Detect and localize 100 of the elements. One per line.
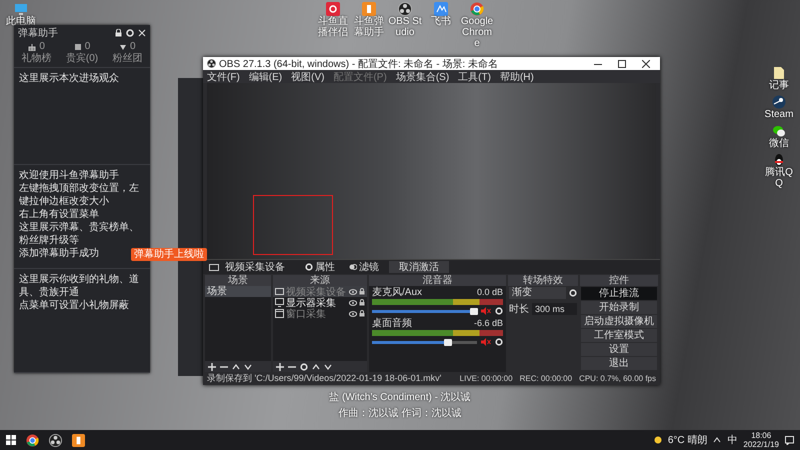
icon-label[interactable]: 此电脑 bbox=[6, 16, 36, 27]
control-button[interactable]: 退出 bbox=[581, 357, 657, 370]
menu-item[interactable]: 文件(F) bbox=[207, 70, 240, 84]
document-icon[interactable] bbox=[772, 66, 786, 80]
message-text: 这里展示本次进场观众 bbox=[19, 72, 119, 85]
toolbar-button[interactable]: 滤镜 bbox=[345, 261, 383, 273]
icon-label[interactable]: 腾讯QQ bbox=[762, 167, 796, 189]
muted-speaker-icon[interactable] bbox=[481, 307, 491, 315]
gear-icon[interactable] bbox=[300, 362, 308, 370]
caret-down-icon[interactable] bbox=[244, 362, 252, 370]
message-text: 欢迎使用斗鱼弹幕助手 bbox=[19, 169, 119, 182]
monitor-icon[interactable] bbox=[14, 2, 28, 16]
message-text: 左键拖拽顶部改变位置，左键拉伸边框改变大小 bbox=[19, 182, 140, 208]
dock-title: 场景 bbox=[205, 275, 271, 286]
window-title: OBS 27.1.3 (64-bit, windows) - 配置文件: 未命名 - 场景: 未命名 bbox=[219, 58, 499, 70]
sun-icon bbox=[654, 436, 662, 444]
app-icon[interactable] bbox=[72, 434, 85, 446]
message-text: 这里展示弹幕、贵宾榜单、粉丝牌升级等 bbox=[19, 221, 140, 247]
monitor-icon bbox=[275, 298, 284, 307]
slider-thumb[interactable] bbox=[444, 338, 452, 346]
lyric-text: 盐 (Witch’s Condiment) - 沈以诚 bbox=[328, 390, 472, 405]
obs-logo-icon[interactable] bbox=[398, 2, 412, 16]
settings-icon[interactable] bbox=[126, 29, 134, 37]
volume-slider[interactable] bbox=[372, 340, 477, 344]
notification-tooltip: 弹幕助手上线啦 bbox=[131, 248, 207, 261]
gear-icon[interactable] bbox=[569, 289, 577, 297]
obs-logo-icon[interactable] bbox=[49, 434, 62, 446]
icon-label[interactable]: Steam bbox=[764, 109, 794, 120]
lock-icon[interactable] bbox=[115, 29, 122, 37]
window-title: 弹幕助手 bbox=[18, 26, 58, 40]
gear-icon[interactable] bbox=[495, 338, 503, 346]
duration-label: 时长 bbox=[509, 302, 529, 316]
filter-icon bbox=[349, 263, 357, 271]
cpu-usage: CPU: 0.7%, 60.00 fps bbox=[579, 374, 656, 383]
scene-item[interactable]: 场景 bbox=[205, 286, 271, 297]
tab[interactable]: 贵宾(0) bbox=[66, 53, 98, 65]
transition-select[interactable]: 渐变 bbox=[509, 287, 566, 299]
muted-speaker-icon[interactable] bbox=[481, 338, 491, 346]
live-timer: LIVE: 00:00:00 bbox=[460, 374, 513, 383]
control-button[interactable]: 工作室模式 bbox=[581, 329, 657, 342]
gear-icon[interactable] bbox=[495, 307, 503, 315]
caret-up-icon[interactable] bbox=[312, 362, 320, 370]
gear-icon bbox=[305, 263, 313, 271]
penguin-icon[interactable] bbox=[772, 153, 786, 167]
square-icon bbox=[74, 43, 82, 51]
message-text: 添加弹幕助手成功 bbox=[19, 247, 99, 260]
icon-label[interactable]: 微信 bbox=[769, 138, 789, 149]
tab[interactable]: 礼物榜 bbox=[22, 53, 52, 65]
source-name: 视频采集设备 bbox=[225, 260, 286, 274]
status-text: 录制保存到 'C:/Users/99/Videos/2022-01-19 18-06-01.mkv' bbox=[207, 372, 442, 385]
notification-icon[interactable] bbox=[785, 436, 794, 444]
source-item[interactable]: 显示器采集 bbox=[273, 297, 367, 308]
count-text: 0 bbox=[84, 41, 90, 52]
control-button[interactable]: 启动虚拟摄像机 bbox=[581, 315, 657, 328]
menu-item[interactable]: 帮助(H) bbox=[500, 70, 534, 84]
dock-title: 控件 bbox=[580, 275, 658, 286]
icon-label[interactable]: 记事 bbox=[769, 80, 789, 91]
count-text: 0 bbox=[39, 41, 45, 52]
control-button[interactable]: 开始录制 bbox=[581, 301, 657, 314]
window-icon bbox=[275, 309, 284, 318]
chat-bubbles-icon[interactable] bbox=[772, 124, 786, 138]
add-icon[interactable] bbox=[208, 362, 216, 370]
tab[interactable]: 粉丝团 bbox=[112, 53, 142, 65]
channel-name: 麦克风/Aux bbox=[372, 287, 422, 298]
caret-up-icon[interactable] bbox=[232, 362, 240, 370]
selection-box[interactable] bbox=[253, 195, 333, 255]
volume-slider[interactable] bbox=[372, 310, 477, 312]
camera-icon bbox=[209, 263, 219, 271]
toolbar-button[interactable]: 取消激活 bbox=[389, 261, 449, 273]
start-icon[interactable] bbox=[6, 435, 16, 445]
control-button[interactable]: 停止推流 bbox=[581, 287, 657, 300]
dock-title: 混音器 bbox=[369, 275, 506, 286]
lock-icon[interactable] bbox=[359, 299, 365, 306]
menu-item[interactable]: 编辑(E) bbox=[248, 70, 282, 84]
caret-up-icon[interactable] bbox=[713, 436, 722, 444]
dock-title: 来源 bbox=[273, 275, 367, 286]
toolbar-button[interactable]: 属性 bbox=[301, 261, 339, 273]
channel-name: 桌面音频 bbox=[372, 318, 412, 329]
obs-logo-icon bbox=[207, 59, 216, 68]
chrome-icon[interactable] bbox=[26, 434, 39, 446]
eye-icon[interactable] bbox=[349, 300, 357, 306]
lyric-text: 作曲：沈以诚 作词：沈以诚 bbox=[338, 406, 462, 421]
volume-reading: -6.6 dB bbox=[474, 318, 503, 329]
add-icon[interactable] bbox=[276, 362, 284, 370]
maximize-icon[interactable] bbox=[618, 60, 626, 68]
message-text: 右上角有设置菜单 bbox=[19, 208, 99, 221]
input-method[interactable]: 中 bbox=[727, 433, 738, 447]
close-icon[interactable] bbox=[642, 60, 650, 68]
control-button[interactable]: 设置 bbox=[581, 343, 657, 356]
menu-item[interactable]: 场景集合(S) bbox=[396, 70, 450, 84]
clock-date[interactable]: 2022/1/19 bbox=[743, 440, 779, 449]
duration-field[interactable]: 300 ms bbox=[532, 303, 577, 315]
steam-icon[interactable] bbox=[772, 95, 786, 109]
rec-timer: REC: 00:00:00 bbox=[520, 374, 572, 383]
menu-item[interactable]: 视图(V) bbox=[291, 70, 324, 84]
caret-down-icon[interactable] bbox=[324, 362, 332, 370]
slider-thumb[interactable] bbox=[470, 308, 478, 314]
weather-text: 6°C 晴朗 bbox=[668, 434, 708, 447]
menu-item[interactable]: 工具(T) bbox=[458, 70, 491, 84]
clock-time[interactable]: 18:06 bbox=[751, 431, 772, 440]
